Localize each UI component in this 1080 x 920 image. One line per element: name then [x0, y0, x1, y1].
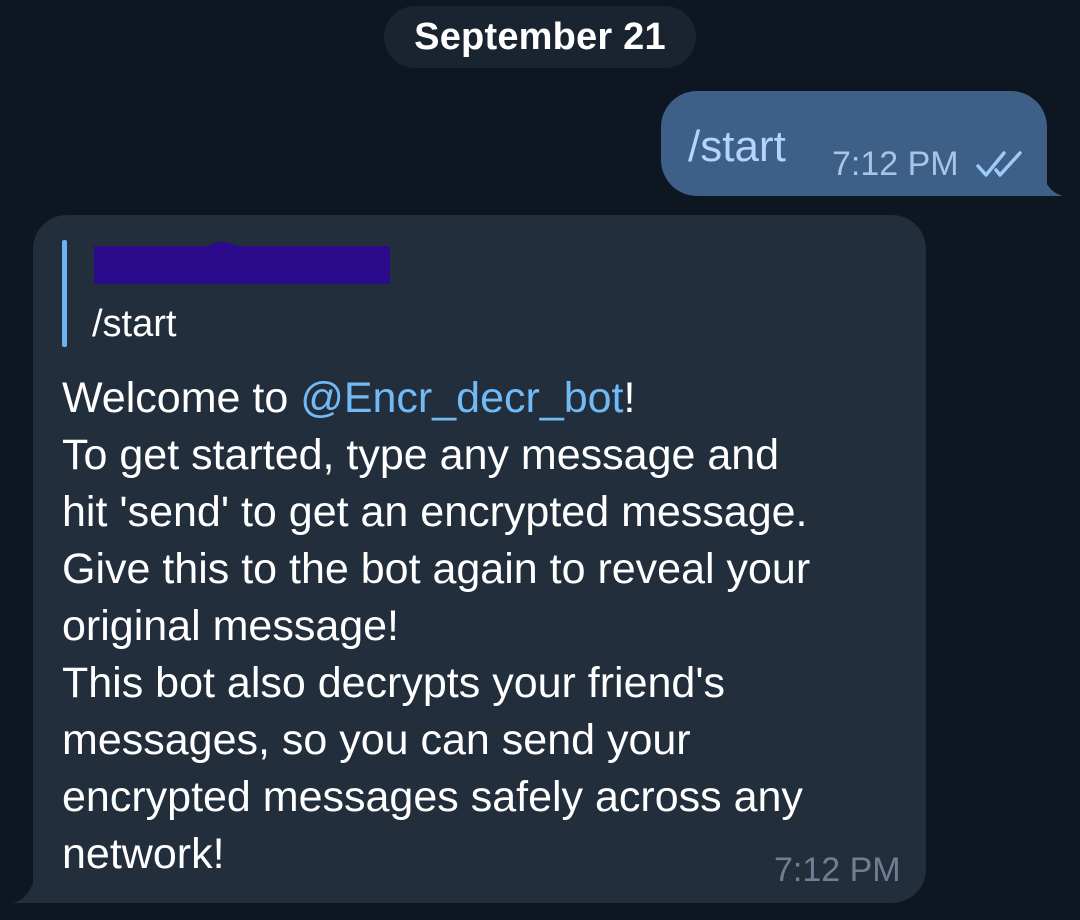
reply-quote-text[interactable]: /start [92, 301, 176, 347]
outgoing-message-time: 7:12 PM [832, 145, 959, 183]
incoming-message-text: Welcome to @Encr_decr_bot! To get starte… [62, 370, 912, 883]
message-text-segment: Welcome to [62, 374, 301, 422]
message-line: original message! [62, 602, 400, 650]
incoming-message-time: 7:12 PM [774, 851, 901, 889]
reply-quote-bar [62, 240, 67, 347]
message-line: Welcome to @Encr_decr_bot! [62, 370, 912, 427]
message-line: Give this to the bot again to reveal you… [62, 545, 811, 593]
message-line: messages, so you can send your [62, 716, 691, 764]
message-line: To get started, type any message and [62, 431, 780, 479]
message-line: This bot also decrypts your friend's [62, 659, 726, 707]
incoming-bubble-tail [12, 873, 36, 903]
outgoing-message-text: /start [688, 122, 786, 171]
chat-view: September 21 /start 7:12 PM /start Welco… [0, 0, 1080, 920]
outgoing-bubble-tail [1040, 166, 1064, 196]
message-text-segment: ! [623, 374, 636, 422]
bot-mention-link[interactable]: @Encr_decr_bot [300, 374, 623, 422]
date-separator: September 21 [384, 6, 696, 68]
reply-sender-redacted[interactable] [94, 242, 390, 284]
double-check-icon [976, 151, 1022, 177]
message-line: hit 'send' to get an encrypted message. [62, 488, 808, 536]
message-line: encrypted messages safely across any [62, 773, 803, 821]
